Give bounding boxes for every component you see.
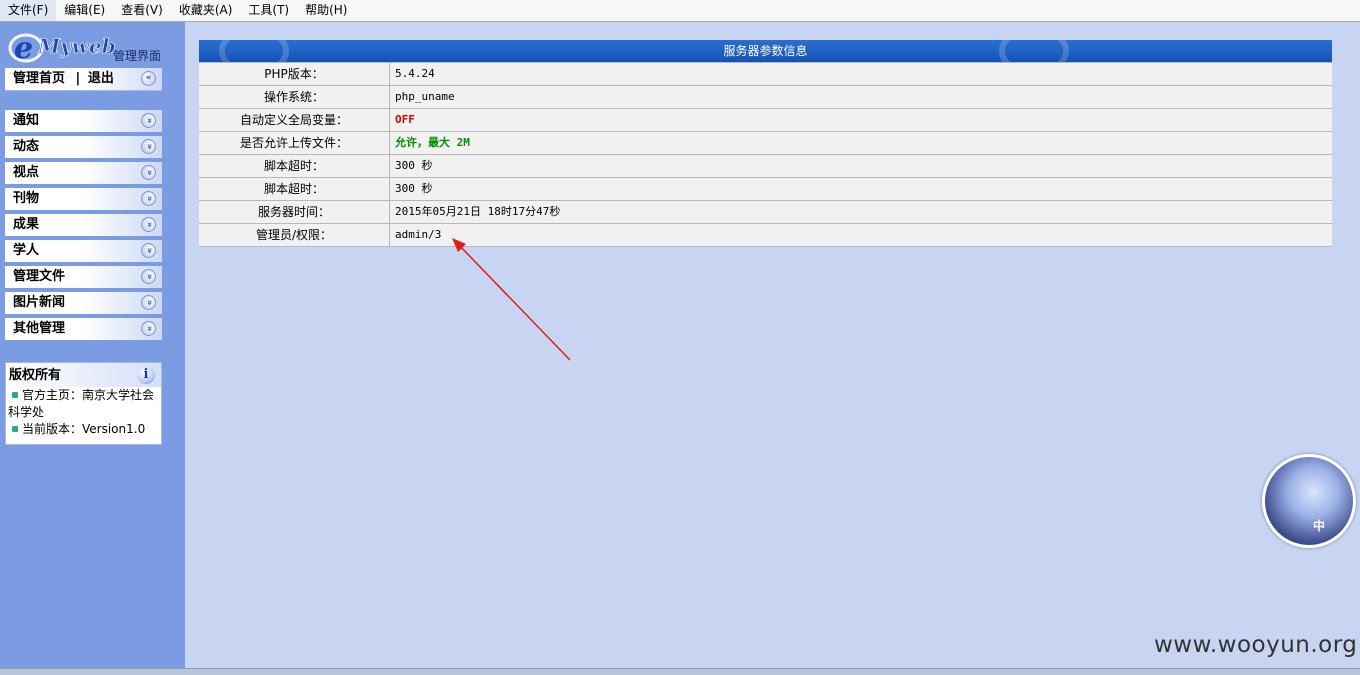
current-version: 当前版本：Version1.0 bbox=[6, 421, 161, 438]
sidebar-item-viewpoint[interactable]: 视点 » bbox=[5, 162, 162, 184]
menu-view[interactable]: 查看(V) bbox=[113, 0, 171, 21]
row-value: 2015年05月21日 18时17分47秒 bbox=[395, 205, 561, 218]
bullet-icon bbox=[12, 426, 18, 432]
sidebar-item-scholars[interactable]: 学人 » bbox=[5, 240, 162, 262]
table-row: 管理员/权限： admin/3 bbox=[199, 223, 1332, 247]
sidebar-item-manage-files[interactable]: 管理文件 » bbox=[5, 266, 162, 288]
menu-edit[interactable]: 编辑(E) bbox=[56, 0, 113, 21]
logout-link[interactable]: 退出 bbox=[88, 71, 114, 86]
expand-icon[interactable]: » bbox=[141, 295, 156, 310]
row-key: 脚本超时： bbox=[199, 178, 390, 200]
table-row: 脚本超时： 300 秒 bbox=[199, 177, 1332, 200]
expand-icon[interactable]: » bbox=[141, 139, 156, 154]
sidebar-item-label: 管理文件 bbox=[13, 269, 66, 284]
expand-icon[interactable]: » bbox=[141, 165, 156, 180]
expand-icon[interactable]: » bbox=[141, 191, 156, 206]
menu-help[interactable]: 帮助(H) bbox=[297, 0, 355, 21]
info-icon: i bbox=[137, 366, 155, 384]
homepage-text: 官方主页：南京大学社会科学处 bbox=[8, 388, 155, 419]
menu-bar: 文件(F) 编辑(E) 查看(V) 收藏夹(A) 工具(T) 帮助(H) bbox=[0, 0, 1360, 22]
menu-favorites[interactable]: 收藏夹(A) bbox=[171, 0, 241, 21]
copyright-header: 版权所有 i bbox=[6, 363, 161, 387]
expand-icon[interactable]: » bbox=[141, 113, 156, 128]
table-row: PHP版本： 5.4.24 bbox=[199, 62, 1332, 85]
copyright-panel: 版权所有 i 官方主页：南京大学社会科学处 当前版本：Version1.0 bbox=[5, 362, 162, 445]
row-value: php_uname bbox=[395, 90, 455, 103]
watermark: www.wooyun.org bbox=[1154, 632, 1358, 658]
sidebar-item-label: 视点 bbox=[13, 165, 40, 180]
logo-e: e bbox=[14, 31, 33, 66]
server-info-header: 服务器参数信息 bbox=[199, 40, 1332, 62]
admin-home-link[interactable]: 管理首页 bbox=[13, 71, 65, 86]
sidebar-item-label: 刊物 bbox=[13, 191, 40, 206]
link-separator: | bbox=[75, 71, 81, 86]
logo-subtitle: 管理界面 bbox=[113, 49, 162, 63]
sidebar-item-label: 学人 bbox=[13, 243, 40, 258]
avatar-label: 中 bbox=[1313, 519, 1326, 533]
bullet-icon bbox=[12, 392, 18, 398]
expand-icon[interactable]: » bbox=[141, 321, 156, 336]
row-value: 300 秒 bbox=[395, 182, 433, 195]
menu-tools[interactable]: 工具(T) bbox=[240, 0, 297, 21]
logo-text: Myweb bbox=[37, 34, 116, 58]
sidebar-item-label: 通知 bbox=[13, 113, 40, 128]
sidebar-item-label: 图片新闻 bbox=[13, 295, 66, 310]
row-key: 是否允许上传文件： bbox=[199, 132, 390, 154]
row-value: 300 秒 bbox=[395, 159, 433, 172]
official-homepage: 官方主页：南京大学社会科学处 bbox=[6, 387, 161, 421]
row-key: PHP版本： bbox=[199, 63, 390, 85]
header-decoration bbox=[219, 40, 289, 62]
collapse-sidebar-icon[interactable]: « bbox=[141, 71, 156, 86]
sidebar-item-label: 成果 bbox=[13, 217, 40, 232]
table-row: 服务器时间： 2015年05月21日 18时17分47秒 bbox=[199, 200, 1332, 223]
row-value: 5.4.24 bbox=[395, 67, 435, 80]
table-row: 自动定义全局变量： OFF bbox=[199, 108, 1332, 131]
sidebar-item-other-admin[interactable]: 其他管理 » bbox=[5, 318, 162, 340]
sidebar: e Myweb 管理界面 管理首页 | 退出 « 通知 » 动态 » 视点 » … bbox=[0, 22, 185, 668]
expand-icon[interactable]: » bbox=[141, 243, 156, 258]
admin-home-header: 管理首页 | 退出 « bbox=[5, 68, 162, 91]
annotation-arrow bbox=[452, 238, 571, 361]
row-key: 脚本超时： bbox=[199, 155, 390, 177]
menu-file[interactable]: 文件(F) bbox=[0, 0, 57, 21]
row-key: 管理员/权限： bbox=[199, 224, 390, 246]
server-info-title: 服务器参数信息 bbox=[723, 44, 808, 58]
expand-icon[interactable]: » bbox=[141, 217, 156, 232]
server-info-table: 服务器参数信息 PHP版本： 5.4.24 操作系统： php_uname 自动… bbox=[199, 40, 1332, 247]
sidebar-item-photo-news[interactable]: 图片新闻 » bbox=[5, 292, 162, 314]
sidebar-item-notice[interactable]: 通知 » bbox=[5, 110, 162, 132]
floating-avatar-widget[interactable]: 中 bbox=[1262, 454, 1356, 548]
row-key: 自动定义全局变量： bbox=[199, 109, 390, 131]
header-decoration bbox=[999, 40, 1069, 62]
row-key: 操作系统： bbox=[199, 86, 390, 108]
sidebar-item-label: 动态 bbox=[13, 139, 40, 154]
table-row: 操作系统： php_uname bbox=[199, 85, 1332, 108]
copyright-title: 版权所有 bbox=[9, 368, 62, 383]
version-text: 当前版本：Version1.0 bbox=[22, 422, 146, 436]
expand-icon[interactable]: » bbox=[141, 269, 156, 284]
sidebar-item-achievements[interactable]: 成果 » bbox=[5, 214, 162, 236]
sidebar-item-publications[interactable]: 刊物 » bbox=[5, 188, 162, 210]
row-key: 服务器时间： bbox=[199, 201, 390, 223]
sidebar-item-label: 其他管理 bbox=[13, 321, 66, 336]
table-row: 是否允许上传文件： 允许，最大 2M bbox=[199, 131, 1332, 154]
row-value: OFF bbox=[395, 113, 415, 126]
sidebar-item-news[interactable]: 动态 » bbox=[5, 136, 162, 158]
admin-home-links: 管理首页 | 退出 bbox=[13, 68, 114, 90]
table-row: 脚本超时： 300 秒 bbox=[199, 154, 1332, 177]
row-value: 允许，最大 2M bbox=[395, 136, 470, 149]
